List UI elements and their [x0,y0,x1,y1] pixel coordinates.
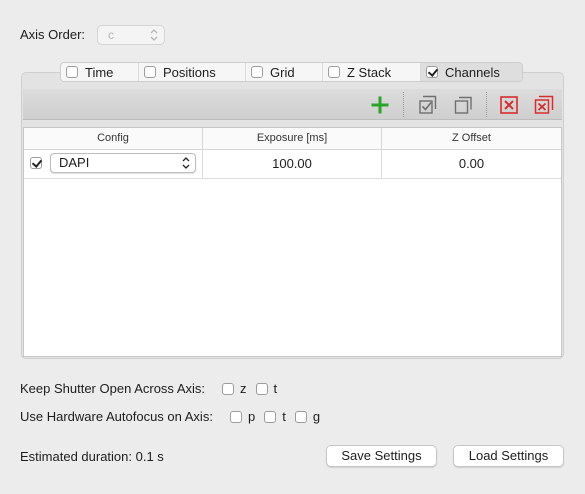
autofocus-p-label: p [248,409,256,424]
tab-positions-label: Positions [163,64,216,80]
time-checkbox[interactable] [66,66,78,78]
config-cell: DAPI [24,149,203,178]
estimated-duration: Estimated duration: 0.1 s [20,449,164,464]
shutter-t-checkbox[interactable] [255,382,268,395]
shutter-t-label: t [273,381,278,396]
shutter-label: Keep Shutter Open Across Axis: [20,381,205,396]
up-down-chevron-icon [150,29,158,41]
plus-icon[interactable] [370,95,390,115]
load-settings-button[interactable]: Load Settings [453,445,564,467]
grid-checkbox[interactable] [251,66,263,78]
tab-z-stack-label: Z Stack [347,64,392,80]
axis-order-value: c [108,28,114,42]
remove-icon[interactable] [499,95,519,115]
column-header-z-offset[interactable]: Z Offset [382,128,561,149]
z-offset-cell[interactable]: 0.00 [382,149,561,178]
shutter-z-checkbox[interactable] [222,382,234,395]
config-dropdown[interactable]: DAPI [50,153,196,173]
tab-time[interactable]: Time [61,63,139,81]
channels-table: Config Exposure [ms] Z Offset DAPI 100.0… [23,127,562,357]
autofocus-t-label: t [282,409,286,424]
tab-z-stack[interactable]: Z Stack [323,63,421,81]
axis-order-combobox[interactable]: c [97,25,165,45]
tab-grid-label: Grid [270,64,295,80]
save-settings-button[interactable]: Save Settings [326,445,437,467]
row-enabled-checkbox[interactable] [30,157,42,169]
tab-channels-label: Channels [445,64,500,80]
column-header-exposure[interactable]: Exposure [ms] [203,128,382,149]
toolbar-separator [403,92,404,117]
column-header-config[interactable]: Config [24,128,203,149]
check-all-icon[interactable] [417,95,437,115]
autofocus-t-checkbox[interactable] [264,410,277,423]
channels-toolbar [23,89,562,120]
tab-positions[interactable]: Positions [139,63,246,81]
autofocus-p-checkbox[interactable] [230,410,242,423]
tab-channels[interactable]: Channels [421,63,522,81]
toolbar-separator [486,92,487,117]
up-down-chevron-icon [182,157,190,169]
tab-time-label: Time [85,64,114,80]
shutter-z-label: z [240,381,247,396]
duplicate-icon[interactable] [453,95,473,115]
positions-checkbox[interactable] [144,66,156,78]
exposure-cell[interactable]: 100.00 [203,149,382,178]
shutter-options: z t [222,381,286,396]
table-header: Config Exposure [ms] Z Offset [24,128,561,150]
remove-all-icon[interactable] [534,95,554,115]
channels-checkbox[interactable] [426,66,438,78]
axis-order-label: Axis Order: [20,27,86,42]
config-value: DAPI [59,155,90,170]
table-row[interactable]: DAPI 100.00 0.00 [24,149,561,179]
z-stack-checkbox[interactable] [328,66,340,78]
autofocus-options: p t g [230,409,329,424]
autofocus-g-label: g [312,409,321,424]
autofocus-label: Use Hardware Autofocus on Axis: [20,409,213,424]
axis-tabs: Time Positions Grid Z Stack Channels [60,62,523,82]
tab-grid[interactable]: Grid [246,63,323,81]
autofocus-g-checkbox[interactable] [294,410,307,423]
